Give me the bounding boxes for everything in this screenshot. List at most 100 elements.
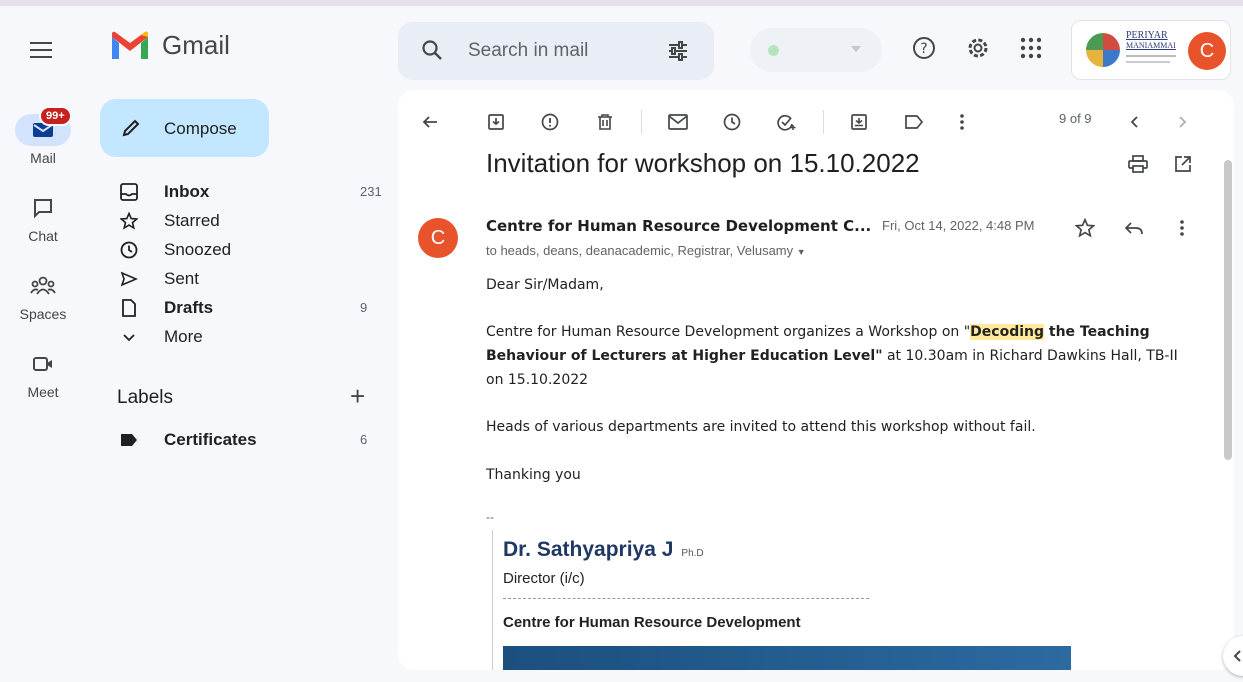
signature-banner-image [503,646,1071,670]
send-icon [118,268,140,290]
nav-item-drafts[interactable]: Drafts 9 [118,294,378,322]
nav-item-more[interactable]: More [118,323,378,351]
open-in-new-window-icon[interactable] [1171,152,1195,176]
label-as-icon[interactable] [902,110,926,134]
search-input[interactable]: Search in mail [468,40,588,62]
rail-mail[interactable]: 99+ Mail [14,106,72,166]
video-camera-icon [15,348,71,380]
label-name: Certificates [164,430,257,449]
email-subject: Invitation for workshop on 15.10.2022 [486,148,920,178]
rail-chat[interactable]: Chat [14,192,72,244]
signature-role: Director (i/c) [503,570,585,587]
add-task-icon[interactable] [774,110,798,134]
star-icon[interactable] [1073,216,1097,240]
compose-button[interactable]: Compose [100,99,269,157]
compose-label: Compose [164,119,237,138]
nav-count: 9 [360,300,368,315]
organization-logo-icon [1086,33,1120,67]
chevron-down-icon [851,46,861,52]
account-switcher[interactable]: PERIYAR MANIAMMAI C [1071,20,1231,80]
nav-item-starred[interactable]: Starred [118,207,378,235]
chat-icon [15,192,71,224]
nav-item-inbox[interactable]: Inbox 231 [118,178,382,206]
star-icon [118,210,140,232]
more-vertical-icon[interactable] [1170,216,1194,240]
add-label-icon[interactable]: + [350,383,365,409]
label-count: 6 [360,432,368,447]
draft-icon [118,297,140,319]
search-options-icon[interactable] [666,39,690,68]
caret-down-icon[interactable]: ▼ [797,247,806,257]
nav-label: Inbox [164,182,210,201]
toolbar-divider [823,110,824,134]
account-avatar[interactable]: C [1188,32,1226,70]
archive-icon[interactable] [484,110,508,134]
nav-label: Snoozed [164,240,232,259]
chevron-left-icon [1233,650,1241,662]
message-pane: 9 of 9 Invitation for workshop on 15.10.… [398,90,1234,670]
sender-name[interactable]: Centre for Human Resource Development C.… [486,217,871,235]
scrollbar-thumb[interactable] [1224,160,1232,460]
signature-organization: Centre for Human Resource Development [503,614,801,631]
signature-separator: -- [486,510,494,524]
email-greeting: Dear Sir/Madam, [486,277,604,293]
apps-grid-icon[interactable] [1017,34,1045,62]
labels-heading: Labels [117,387,173,408]
unread-badge: 99+ [39,106,72,126]
label-icon [118,429,140,451]
mark-unread-icon[interactable] [666,110,690,134]
search-bar[interactable]: Search in mail [398,22,714,80]
chevron-down-icon [118,326,140,348]
toolbar-divider [641,110,642,134]
rail-meet[interactable]: Meet [14,348,72,400]
email-signature: Dr. Sathyapriya J Ph.D Director (i/c) Cen… [492,530,1092,670]
back-arrow-icon[interactable] [418,110,442,134]
pencil-icon [120,117,142,144]
inbox-icon [118,181,140,203]
status-selector[interactable] [750,28,882,72]
rail-spaces-label: Spaces [19,306,67,322]
rail-spaces[interactable]: Spaces [14,270,72,322]
nav-label: Sent [164,269,199,288]
app-name: Gmail [162,30,230,60]
snooze-clock-icon[interactable] [720,110,744,134]
move-to-icon[interactable] [847,110,871,134]
organization-name: PERIYAR MANIAMMAI [1126,30,1176,51]
print-icon[interactable] [1126,152,1150,176]
pagination-count: 9 of 9 [1059,111,1092,126]
more-vertical-icon[interactable] [950,110,974,134]
nav-label: Drafts [164,298,214,317]
nav-item-sent[interactable]: Sent [118,265,378,293]
nav-label: Starred [164,211,220,230]
organization-tagline-2 [1126,61,1170,63]
rail-mail-label: Mail [30,150,56,166]
label-item-certificates[interactable]: Certificates 6 [118,426,378,454]
newer-chevron-left-icon[interactable] [1123,110,1147,134]
reply-icon[interactable] [1122,216,1146,240]
email-paragraph-1: Centre for Human Resource Development or… [486,324,1178,388]
signature-degree: Ph.D [681,548,704,559]
signature-divider [503,598,869,599]
rail-chat-label: Chat [28,228,58,244]
search-icon[interactable] [420,38,444,67]
nav-label: More [164,327,203,346]
report-spam-icon[interactable] [538,110,562,134]
spaces-icon [15,270,71,302]
main-menu-icon[interactable] [28,38,54,62]
nav-item-snoozed[interactable]: Snoozed [118,236,378,264]
email-date: Fri, Oct 14, 2022, 4:48 PM [882,218,1035,233]
window-top-border [0,0,1243,6]
active-status-dot [768,45,779,56]
mail-icon: 99+ [15,106,72,146]
help-icon[interactable]: ? [910,34,938,62]
clock-icon [118,239,140,261]
older-chevron-right-icon[interactable] [1170,110,1194,134]
delete-icon[interactable] [593,110,617,134]
rail-meet-label: Meet [27,384,59,400]
recipients-line[interactable]: to heads, deans, deanacademic, Registrar… [486,243,806,258]
gmail-logo[interactable]: Gmail [110,30,230,61]
gmail-m-icon [112,31,148,59]
sender-avatar[interactable]: C [418,218,458,258]
organization-tagline [1126,55,1176,57]
settings-gear-icon[interactable] [964,34,992,62]
